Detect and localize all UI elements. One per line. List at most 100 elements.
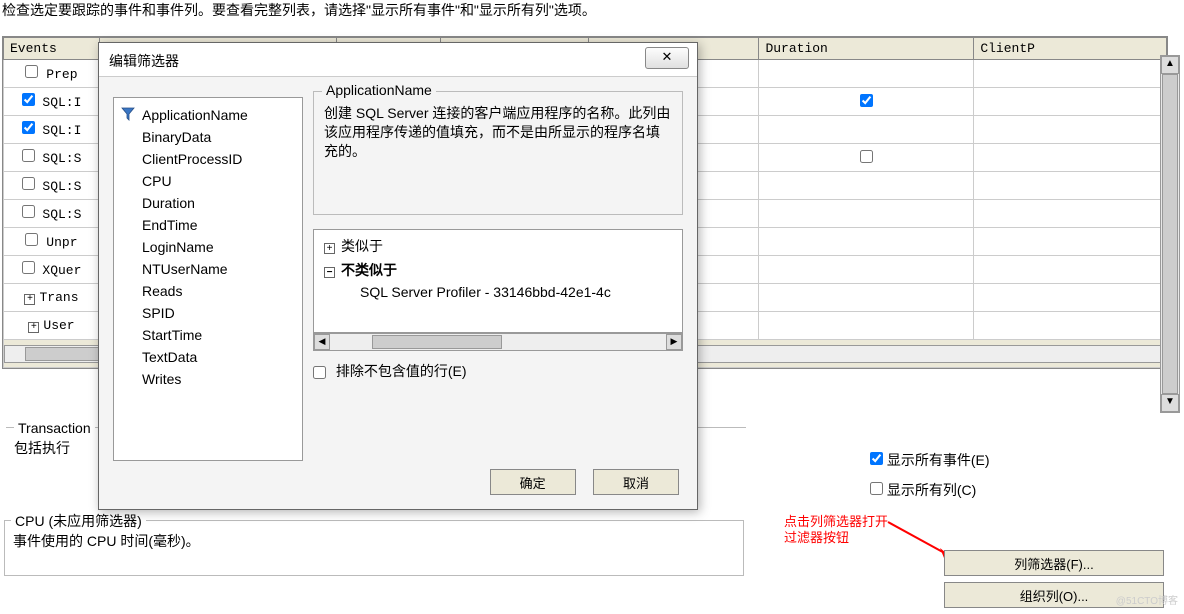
exclude-row[interactable]: 排除不包含值的行(E) (313, 361, 467, 381)
event-checkbox[interactable] (25, 65, 38, 78)
grid-cell[interactable] (974, 256, 1167, 284)
grid-cell[interactable] (759, 116, 974, 144)
event-label: Unpr (46, 235, 77, 250)
tree-notlike-node[interactable]: −不类似于 (320, 258, 676, 282)
tree-leaf-value[interactable]: SQL Server Profiler - 33146bbd-42e1-4c (320, 282, 676, 302)
event-cell[interactable]: + Trans (4, 284, 100, 312)
grid-cell[interactable] (974, 200, 1167, 228)
filter-list-item[interactable]: ApplicationName (118, 104, 298, 126)
show-all-events-checkbox[interactable] (870, 452, 883, 465)
column-header[interactable]: Duration (759, 38, 974, 60)
filter-list-item[interactable]: LoginName (118, 236, 298, 258)
filter-list-item[interactable]: StartTime (118, 324, 298, 346)
grid-cell[interactable] (974, 144, 1167, 172)
vertical-scrollbar[interactable]: ▲ ▼ (1160, 55, 1180, 413)
tree-scrollbar[interactable]: ◀ ▶ (313, 333, 683, 351)
dialog-close-button[interactable]: ✕ (645, 47, 689, 69)
event-cell[interactable]: +User (4, 312, 100, 340)
cancel-button[interactable]: 取消 (593, 469, 679, 495)
filter-column-list[interactable]: ApplicationNameBinaryData ClientProcessID… (113, 97, 303, 461)
tree-like-node[interactable]: +类似于 (320, 234, 676, 258)
grid-cell[interactable] (974, 172, 1167, 200)
filter-list-item[interactable]: Duration (118, 192, 298, 214)
filter-item-label: StartTime (142, 327, 202, 343)
expand-icon[interactable]: + (28, 322, 39, 333)
event-label: SQL:S (42, 179, 81, 194)
filter-criteria-tree[interactable]: +类似于 −不类似于 SQL Server Profiler - 33146bb… (313, 229, 683, 333)
event-checkbox[interactable] (22, 93, 35, 106)
grid-cell[interactable] (974, 88, 1167, 116)
filter-desc-legend: ApplicationName (322, 82, 436, 98)
grid-cell[interactable] (974, 284, 1167, 312)
dialog-title: 编辑筛选器 (109, 51, 179, 71)
event-label: Prep (46, 67, 77, 82)
event-cell[interactable]: Unpr (4, 228, 100, 256)
event-cell[interactable]: SQL:S (4, 200, 100, 228)
vscroll-down-icon[interactable]: ▼ (1161, 394, 1179, 412)
column-checkbox[interactable] (860, 94, 873, 107)
grid-cell[interactable] (759, 172, 974, 200)
grid-cell[interactable] (974, 116, 1167, 144)
dialog-titlebar[interactable]: 编辑筛选器 ✕ (99, 43, 697, 77)
grid-cell[interactable] (759, 144, 974, 172)
tree-scroll-left-icon[interactable]: ◀ (314, 334, 330, 350)
grid-cell[interactable] (759, 88, 974, 116)
grid-cell[interactable] (974, 60, 1167, 88)
event-checkbox[interactable] (22, 149, 35, 162)
annotation-text: 点击列筛选器打开过滤器按钮 (784, 514, 888, 546)
grid-cell[interactable] (759, 312, 974, 340)
grid-cell[interactable] (974, 312, 1167, 340)
filter-list-item[interactable]: Writes (118, 368, 298, 390)
filter-list-item[interactable]: ClientProcessID (118, 148, 298, 170)
tree-scroll-thumb[interactable] (372, 335, 502, 349)
vscroll-up-icon[interactable]: ▲ (1161, 56, 1179, 74)
show-all-cols-label: 显示所有列(C) (887, 482, 976, 498)
event-cell[interactable]: SQL:S (4, 172, 100, 200)
event-label: Trans (39, 290, 78, 305)
show-all-cols-checkbox[interactable] (870, 482, 883, 495)
event-checkbox[interactable] (22, 205, 35, 218)
filter-item-label: Duration (142, 195, 195, 211)
event-cell[interactable]: SQL:I (4, 116, 100, 144)
event-checkbox[interactable] (25, 233, 38, 246)
expand-icon[interactable]: + (324, 243, 335, 254)
expand-icon[interactable]: + (24, 294, 35, 305)
collapse-icon[interactable]: − (324, 267, 335, 278)
filter-list-item[interactable]: EndTime (118, 214, 298, 236)
grid-cell[interactable] (759, 228, 974, 256)
tree-notlike-label: 不类似于 (341, 262, 397, 278)
exclude-checkbox[interactable] (313, 366, 326, 379)
filter-list-item[interactable]: Reads (118, 280, 298, 302)
show-all-cols-option[interactable]: 显示所有列(C) (870, 480, 1130, 500)
instruction-text: 检查选定要跟踪的事件和事件列。要查看完整列表，请选择"显示所有事件"和"显示所有… (2, 0, 596, 20)
vscroll-thumb[interactable] (1162, 74, 1178, 394)
filter-item-label: ClientProcessID (142, 151, 242, 167)
grid-cell[interactable] (759, 256, 974, 284)
column-header[interactable]: ClientP (974, 38, 1167, 60)
event-checkbox[interactable] (22, 121, 35, 134)
show-all-events-option[interactable]: 显示所有事件(E) (870, 450, 1130, 470)
grid-cell[interactable] (759, 200, 974, 228)
event-cell[interactable]: SQL:I (4, 88, 100, 116)
filter-list-item[interactable]: BinaryData (118, 126, 298, 148)
filter-list-item[interactable]: SPID (118, 302, 298, 324)
event-cell[interactable]: SQL:S (4, 144, 100, 172)
event-cell[interactable]: Prep (4, 60, 100, 88)
grid-cell[interactable] (759, 284, 974, 312)
filter-list-item[interactable]: NTUserName (118, 258, 298, 280)
column-checkbox[interactable] (860, 150, 873, 163)
ok-button[interactable]: 确定 (490, 469, 576, 495)
edit-filter-dialog: 编辑筛选器 ✕ ApplicationNameBinaryDataClientP… (98, 42, 698, 510)
grid-cell[interactable] (759, 60, 974, 88)
cpu-legend: CPU (未应用筛选器) (11, 511, 146, 531)
grid-cell[interactable] (974, 228, 1167, 256)
column-header[interactable]: Events (4, 38, 100, 60)
event-checkbox[interactable] (22, 177, 35, 190)
tree-scroll-right-icon[interactable]: ▶ (666, 334, 682, 350)
filter-list-item[interactable]: TextData (118, 346, 298, 368)
event-label: SQL:S (42, 151, 81, 166)
column-filter-button[interactable]: 列筛选器(F)... (944, 550, 1164, 576)
event-cell[interactable]: XQuer (4, 256, 100, 284)
filter-list-item[interactable]: CPU (118, 170, 298, 192)
event-checkbox[interactable] (22, 261, 35, 274)
